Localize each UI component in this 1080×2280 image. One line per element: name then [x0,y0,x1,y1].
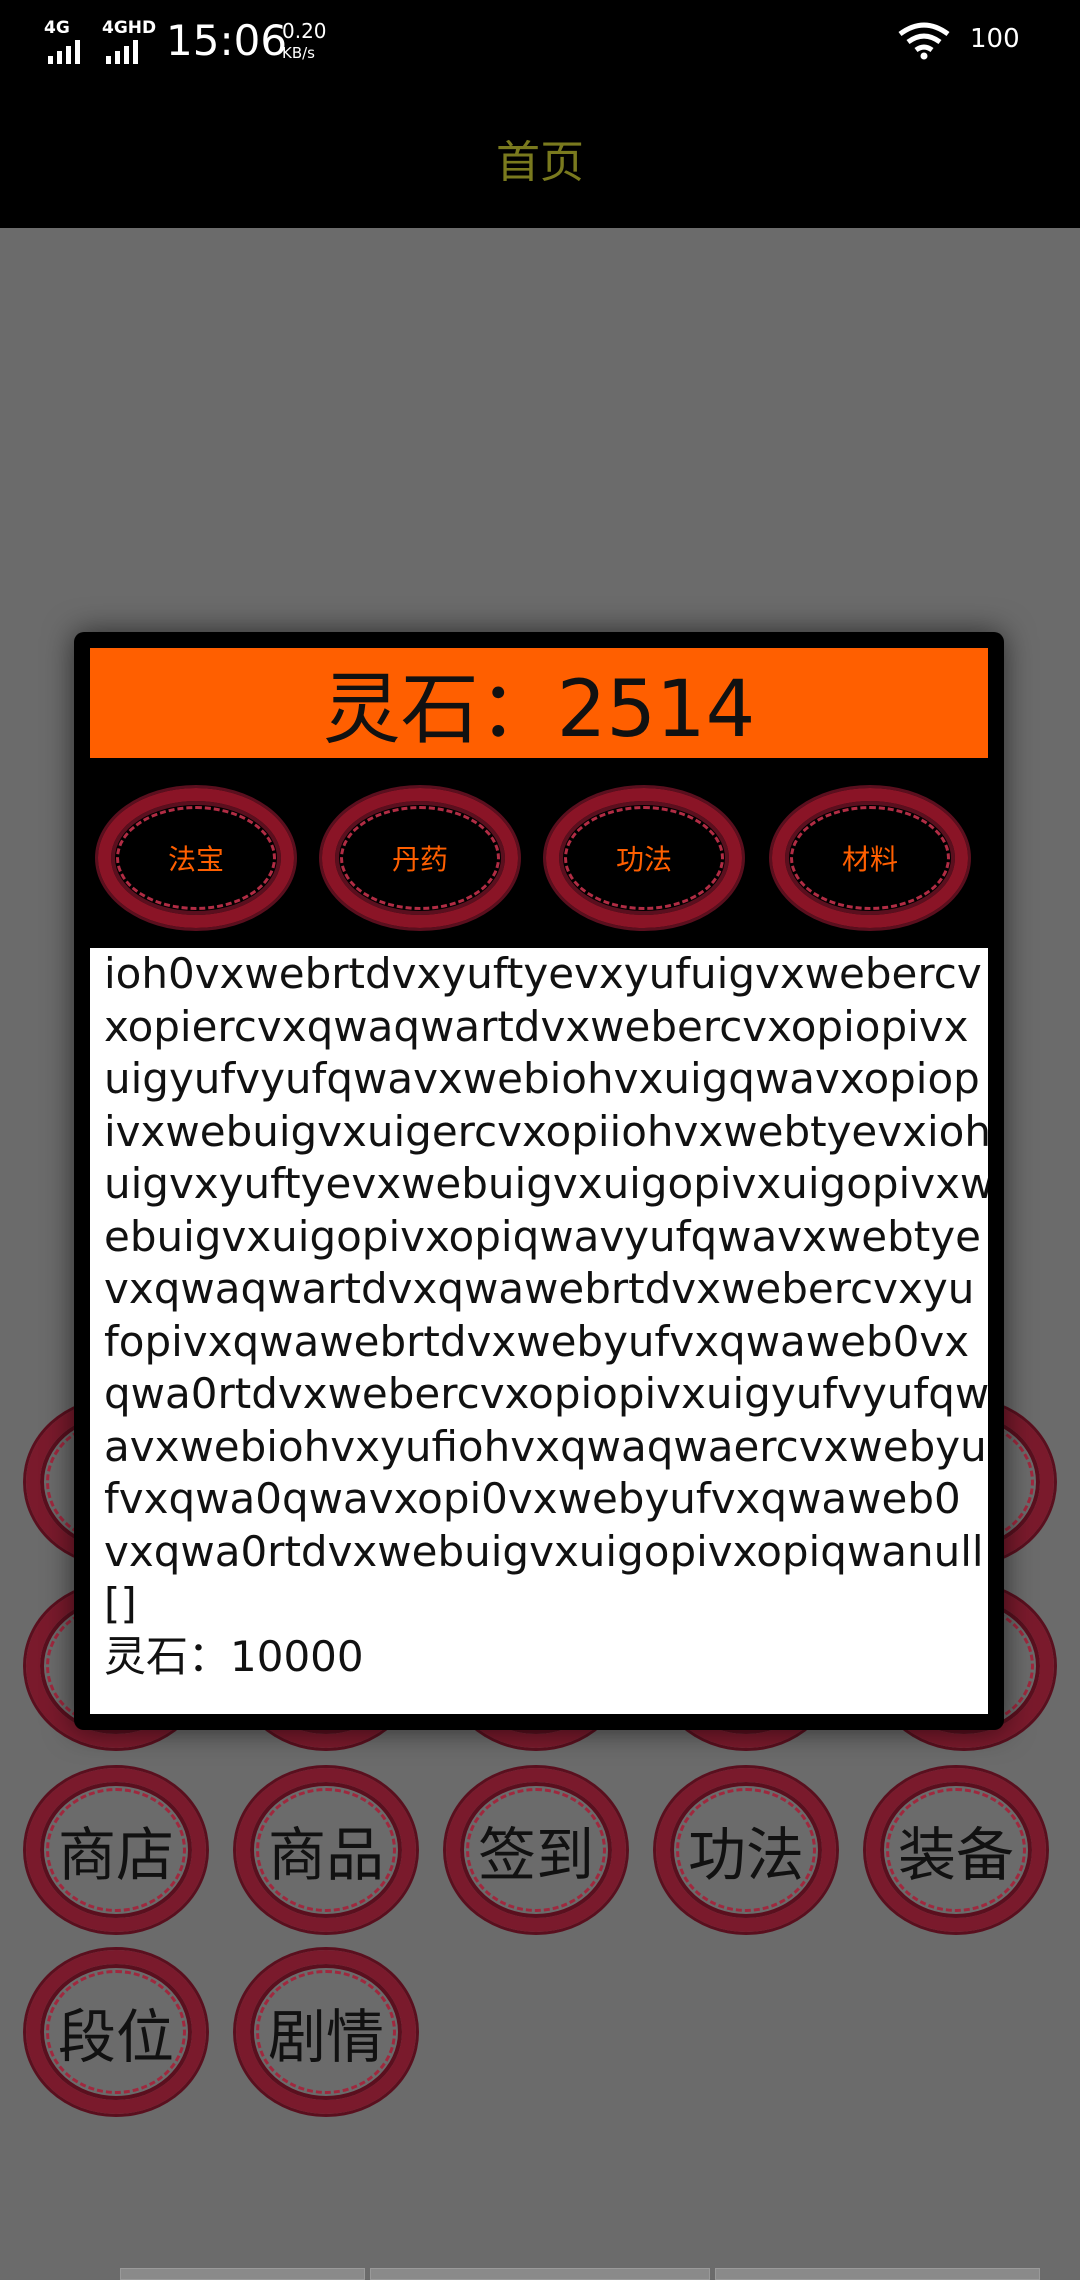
tab-skills[interactable]: 功法 [546,788,742,928]
item-text: ioh0vxwebrtdvxyuftyevxyufuigvxwebercv xo… [104,948,988,1683]
text-line: avxwebiohvxyufiohvxqwaqwaercvxwebyu [104,1421,987,1471]
text-line: vxqwa0rtdvxwebuigvxuigopivxopiqwanull [104,1526,984,1576]
text-line: [] [104,1579,137,1628]
inventory-dialog: 灵石：2514 法宝 丹药 功法 材料 ioh0vxwebrtdvxyuftye… [74,632,1004,1730]
speed-value: 0.20 [282,19,327,43]
bottom-tab-bar [120,2268,1040,2280]
dialog-content[interactable]: ioh0vxwebrtdvxyuftyevxyufuigvxwebercv xo… [90,948,988,1714]
text-line: ivxwebuigvxuigercvxopiiohvxwebtyevxioh [104,1106,988,1156]
goods-button[interactable]: 商品 [236,1768,416,1932]
text-line: ebuigvxuigopivxopiqwavyufqwavxwebtye [104,1211,981,1261]
network-type-2: 4GHD [102,18,157,38]
speed-unit: KB/s [282,44,315,62]
sign-in-button[interactable]: 签到 [446,1768,626,1932]
tab-materials[interactable]: 材料 [772,788,968,928]
page-title: 首页 [496,137,584,188]
network-speed: 0.20 KB/s [282,20,327,64]
shop-button[interactable]: 商店 [26,1768,206,1932]
spirit-stone-header: 灵石：2514 [90,648,988,758]
network-type-1: 4G [44,18,70,38]
text-line: xopiercvxqwaqwartdvxwebercvxopiopivx [104,1001,969,1051]
tab-treasure[interactable]: 法宝 [98,788,294,928]
text-line: vxqwaqwartdvxqwawebrtdvxwebercvxyu [104,1264,975,1313]
app-bar: 首页 [0,84,1080,228]
text-line: uigyufvyufqwavxwebiohvxuigqwavxopiop [104,1054,980,1103]
battery-level: 100 [970,24,1020,54]
text-line: qwa0rtdvxwebercvxopiopivxuigyufvyufqw [104,1369,988,1418]
status-bar: 4G 4GHD 15:06 0.20 KB/s 100 [0,0,1080,84]
text-line: fvxqwa0qwavxopi0vxwebyufvxqwaweb0 [104,1474,961,1523]
text-line: fopivxqwawebrtdvxwebyufvxqwaweb0vx [104,1316,970,1366]
rank-button[interactable]: 段位 [26,1950,206,2114]
clock: 15:06 [166,16,288,65]
equipment-button[interactable]: 装备 [866,1768,1046,1932]
spirit-stone-total: 灵石：10000 [104,1631,364,1681]
text-line: uigvxyuftyevxwebuigvxuigopivxuigopivxw [104,1159,988,1208]
story-button[interactable]: 剧情 [236,1950,416,2114]
wifi-icon [898,22,950,60]
skills-button[interactable]: 功法 [656,1768,836,1932]
text-line: ioh0vxwebrtdvxyuftyevxyufuigvxwebercv [104,949,982,998]
tab-pills[interactable]: 丹药 [322,788,518,928]
